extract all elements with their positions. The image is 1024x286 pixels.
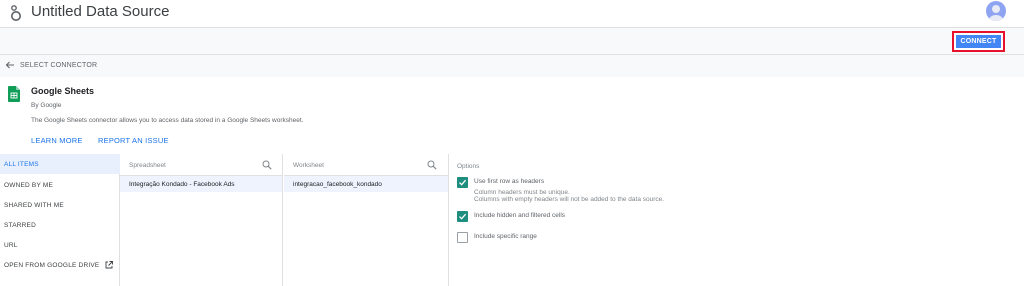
report-issue-link[interactable]: REPORT AN ISSUE	[98, 136, 169, 145]
connector-name: Google Sheets	[31, 86, 95, 96]
arrow-back-icon[interactable]	[5, 60, 15, 70]
options-panel: Options Use first row as headers Column …	[449, 154, 1024, 286]
external-link-icon	[105, 261, 114, 269]
empty-headers-note: Columns with empty headers will not be a…	[474, 196, 665, 203]
spreadsheet-list-item[interactable]: Integração Kondado - Facebook Ads	[120, 176, 282, 192]
data-source-title[interactable]: Untitled Data Source	[31, 3, 169, 20]
user-icon	[989, 5, 1003, 21]
spreadsheet-header: Spreadsheet	[120, 154, 282, 176]
worksheet-column: Worksheet integracao_facebook_kondado	[284, 154, 449, 286]
nav-item-label: SHARED WITH ME	[4, 201, 64, 209]
connect-button[interactable]: CONNECT	[956, 35, 1001, 48]
use-first-row-checkbox[interactable]	[457, 177, 468, 188]
select-connector-label[interactable]: SELECT CONNECTOR	[20, 62, 97, 69]
google-sheets-icon	[8, 86, 20, 102]
connector-description: The Google Sheets connector allows you t…	[31, 117, 304, 124]
spreadsheet-column: Spreadsheet Integração Kondado - Faceboo…	[120, 154, 283, 286]
worksheet-list-item[interactable]: integracao_facebook_kondado	[284, 176, 448, 192]
check-icon	[459, 213, 467, 220]
nav-item-url[interactable]: URL	[0, 235, 120, 255]
options-title: Options	[457, 163, 480, 170]
nav-item-shared-with-me[interactable]: SHARED WITH ME	[0, 195, 120, 215]
spreadsheet-header-label: Spreadsheet	[129, 162, 166, 169]
data-studio-logo-icon	[11, 5, 21, 21]
include-hidden-checkbox[interactable]	[457, 211, 468, 222]
use-first-row-label[interactable]: Use first row as headers	[474, 178, 544, 185]
nav-item-label: OPEN FROM GOOGLE DRIVE	[4, 261, 100, 269]
connector-author: By Google	[31, 102, 62, 109]
nav-item-open-from-drive[interactable]: OPEN FROM GOOGLE DRIVE	[0, 255, 120, 275]
headers-unique-note: Column headers must be unique.	[474, 189, 570, 196]
learn-more-link[interactable]: LEARN MORE	[31, 136, 83, 145]
nav-item-all-items[interactable]: ALL ITEMS	[0, 154, 120, 174]
connect-button-highlight[interactable]: CONNECT	[952, 31, 1005, 52]
search-icon[interactable]	[262, 160, 272, 170]
nav-item-owned-by-me[interactable]: OWNED BY ME	[0, 175, 120, 195]
specific-range-label[interactable]: Include specific range	[474, 233, 537, 240]
worksheet-header-label: Worksheet	[293, 162, 324, 169]
specific-range-checkbox[interactable]	[457, 232, 468, 243]
search-icon[interactable]	[427, 160, 437, 170]
nav-item-starred[interactable]: STARRED	[0, 215, 120, 235]
app-header: Untitled Data Source	[0, 0, 1024, 28]
worksheet-header: Worksheet	[284, 154, 448, 176]
select-connector-bar[interactable]: SELECT CONNECTOR	[0, 55, 1024, 77]
nav-item-label: OWNED BY ME	[4, 181, 54, 189]
source-nav: ALL ITEMS OWNED BY ME SHARED WITH ME STA…	[0, 154, 120, 286]
toolbar: CONNECT	[0, 28, 1024, 55]
avatar[interactable]	[986, 1, 1006, 21]
check-icon	[459, 179, 467, 186]
include-hidden-label[interactable]: Include hidden and filtered cells	[474, 212, 565, 219]
nav-item-label: ALL ITEMS	[4, 160, 39, 168]
nav-item-label: URL	[4, 241, 18, 249]
nav-item-label: STARRED	[4, 221, 36, 229]
